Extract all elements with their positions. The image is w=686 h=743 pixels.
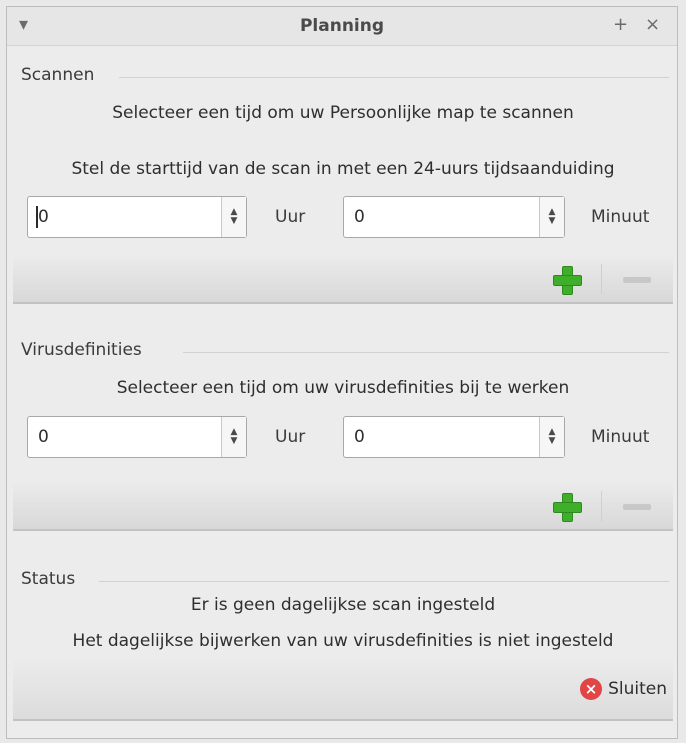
close-button-label: Sluiten: [608, 679, 667, 699]
scan-minute-unit: Minuut: [591, 207, 650, 227]
defs-toolbar: [13, 481, 673, 531]
defs-hour-stepper[interactable]: ▲ ▼: [221, 417, 246, 457]
close-icon: ×: [580, 678, 603, 700]
defs-section-divider: [183, 352, 669, 353]
pin-icon[interactable]: +: [613, 14, 628, 35]
defs-add-icon[interactable]: [553, 493, 582, 522]
window-title: Planning: [299, 16, 385, 36]
scan-hour-stepper[interactable]: ▲ ▼: [221, 197, 246, 237]
scan-minute-spinbox[interactable]: 0 ▲ ▼: [343, 196, 565, 238]
scan-minute-value[interactable]: 0: [354, 207, 365, 227]
scan-hour-unit: Uur: [275, 207, 306, 227]
defs-hour-spinbox[interactable]: 0 ▲ ▼: [27, 416, 247, 458]
planning-window: ▾ Planning + × Scannen Selecteer een tij…: [6, 6, 678, 739]
status-section-divider: [99, 581, 669, 582]
scan-hour-spinbox[interactable]: 0 ▲ ▼: [27, 196, 247, 238]
close-button[interactable]: × Sluiten: [580, 672, 667, 706]
scan-remove-icon[interactable]: [623, 277, 651, 283]
title-bar: ▾ Planning + ×: [7, 7, 677, 46]
dialog-button-bar: [13, 657, 673, 721]
defs-minute-value[interactable]: 0: [354, 427, 365, 447]
status-defs-message: Het dagelijkse bijwerken van uw virusdef…: [72, 631, 614, 651]
defs-hour-value[interactable]: 0: [38, 427, 49, 447]
scan-time-hint: Stel de starttijd van de scan in met een…: [71, 159, 615, 179]
toolbar-separator: [601, 264, 602, 294]
defs-hour-unit: Uur: [275, 427, 306, 447]
defs-instruction: Selecteer een tijd om uw virusdefinities…: [116, 378, 570, 398]
status-section-label: Status: [21, 569, 76, 589]
toolbar-separator: [601, 491, 602, 521]
defs-minute-stepper[interactable]: ▲ ▼: [539, 417, 564, 457]
defs-minute-spinbox[interactable]: 0 ▲ ▼: [343, 416, 565, 458]
close-window-icon[interactable]: ×: [645, 14, 660, 35]
scan-hour-value[interactable]: 0: [38, 207, 49, 227]
scan-add-icon[interactable]: [553, 266, 582, 295]
status-scan-message: Er is geen dagelijkse scan ingesteld: [190, 595, 496, 615]
defs-remove-icon[interactable]: [623, 504, 651, 510]
defs-section-label: Virusdefinities: [21, 340, 142, 360]
scan-section-label: Scannen: [21, 65, 95, 85]
scan-section-divider: [119, 77, 669, 78]
scan-toolbar: [13, 254, 673, 304]
defs-minute-unit: Minuut: [591, 427, 650, 447]
scan-minute-stepper[interactable]: ▲ ▼: [539, 197, 564, 237]
scan-instruction: Selecteer een tijd om uw Persoonlijke ma…: [112, 103, 574, 123]
